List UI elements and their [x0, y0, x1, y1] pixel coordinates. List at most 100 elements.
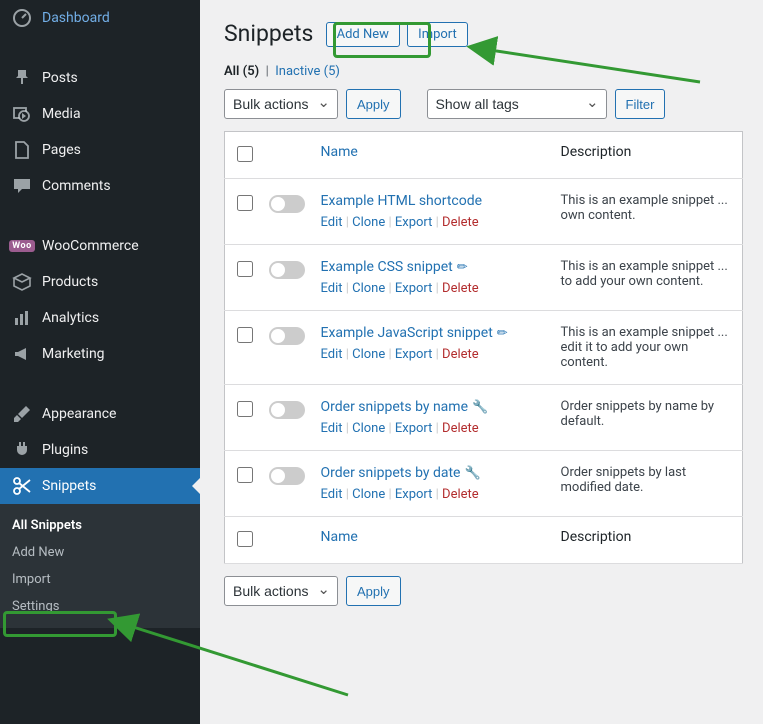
- snippets-table: Name Description Example HTML shortcodeE…: [224, 131, 743, 564]
- sidebar-item-posts[interactable]: Posts: [0, 60, 200, 96]
- filter-all[interactable]: All (5): [224, 64, 259, 79]
- export-link[interactable]: Export: [395, 487, 433, 502]
- admin-sidebar: Dashboard Posts Media Pages Comments Woo…: [0, 0, 200, 724]
- label: Posts: [42, 70, 78, 86]
- filter-button[interactable]: Filter: [615, 89, 666, 119]
- tablenav-bottom: Bulk actions Apply: [224, 576, 743, 606]
- dashboard-icon: [12, 8, 32, 28]
- edit-link[interactable]: Edit: [321, 487, 343, 502]
- label: Plugins: [42, 442, 88, 458]
- label: Pages: [42, 142, 81, 158]
- col-description-foot: Description: [553, 517, 743, 564]
- row-actions: Edit | Clone | Export | Delete: [321, 281, 545, 296]
- row-checkbox[interactable]: [237, 401, 253, 417]
- edit-link[interactable]: Edit: [321, 281, 343, 296]
- row-checkbox[interactable]: [237, 467, 253, 483]
- plug-icon: [12, 440, 32, 460]
- label: Snippets: [42, 478, 96, 494]
- subitem-all-snippets[interactable]: All Snippets: [0, 512, 200, 539]
- products-icon: [12, 272, 32, 292]
- sidebar-item-marketing[interactable]: Marketing: [0, 336, 200, 372]
- delete-link[interactable]: Delete: [442, 281, 479, 296]
- woo-icon: Woo: [12, 236, 32, 256]
- table-row: Example HTML shortcode Edit | Clone | Exp…: [225, 179, 743, 245]
- delete-link[interactable]: Delete: [442, 347, 479, 362]
- clone-link[interactable]: Clone: [352, 281, 385, 296]
- toggle-switch[interactable]: [269, 195, 305, 213]
- type-icon: 🔧: [472, 400, 488, 415]
- bulk-actions-select-bottom[interactable]: Bulk actions: [224, 576, 338, 606]
- import-button[interactable]: Import: [407, 22, 468, 47]
- export-link[interactable]: Export: [395, 281, 433, 296]
- row-actions: Edit | Clone | Export | Delete: [321, 215, 545, 230]
- edit-link[interactable]: Edit: [321, 215, 343, 230]
- sidebar-item-products[interactable]: Products: [0, 264, 200, 300]
- snippet-description: This is an example snippet ... own conte…: [553, 179, 743, 245]
- snippet-description: Order snippets by name by default.: [553, 385, 743, 451]
- comments-icon: [12, 176, 32, 196]
- subitem-add-new[interactable]: Add New: [0, 539, 200, 566]
- filter-links: All (5) | Inactive (5): [224, 64, 743, 79]
- filter-inactive[interactable]: Inactive (5): [275, 64, 340, 79]
- label: Media: [42, 106, 81, 122]
- clone-link[interactable]: Clone: [352, 421, 385, 436]
- export-link[interactable]: Export: [395, 215, 433, 230]
- clone-link[interactable]: Clone: [352, 487, 385, 502]
- label: Dashboard: [42, 10, 110, 26]
- col-description: Description: [553, 132, 743, 179]
- col-name-foot[interactable]: Name: [313, 517, 553, 564]
- apply-button-bottom[interactable]: Apply: [346, 576, 401, 606]
- pin-icon: [12, 68, 32, 88]
- edit-link[interactable]: Edit: [321, 347, 343, 362]
- tags-select[interactable]: Show all tags: [427, 89, 607, 119]
- select-all-checkbox[interactable]: [237, 146, 253, 162]
- toggle-switch[interactable]: [269, 327, 305, 345]
- sidebar-item-pages[interactable]: Pages: [0, 132, 200, 168]
- bulk-actions-select[interactable]: Bulk actions: [224, 89, 338, 119]
- label: Products: [42, 274, 98, 290]
- snippet-title[interactable]: Example HTML shortcode: [321, 193, 483, 209]
- snippet-title[interactable]: Order snippets by date: [321, 465, 461, 481]
- export-link[interactable]: Export: [395, 421, 433, 436]
- delete-link[interactable]: Delete: [442, 421, 479, 436]
- subitem-import[interactable]: Import: [0, 566, 200, 593]
- sidebar-item-plugins[interactable]: Plugins: [0, 432, 200, 468]
- snippet-title[interactable]: Example JavaScript snippet: [321, 325, 493, 341]
- clone-link[interactable]: Clone: [352, 215, 385, 230]
- sidebar-item-snippets[interactable]: Snippets: [0, 468, 200, 504]
- toggle-switch[interactable]: [269, 401, 305, 419]
- select-all-bottom-checkbox[interactable]: [237, 531, 253, 547]
- sidebar-item-dashboard[interactable]: Dashboard: [0, 0, 200, 36]
- analytics-icon: [12, 308, 32, 328]
- row-actions: Edit | Clone | Export | Delete: [321, 487, 545, 502]
- export-link[interactable]: Export: [395, 347, 433, 362]
- snippet-title[interactable]: Order snippets by name: [321, 399, 469, 415]
- label: Marketing: [42, 346, 105, 362]
- edit-link[interactable]: Edit: [321, 421, 343, 436]
- toggle-switch[interactable]: [269, 467, 305, 485]
- clone-link[interactable]: Clone: [352, 347, 385, 362]
- sidebar-item-woocommerce[interactable]: WooWooCommerce: [0, 228, 200, 264]
- sidebar-item-media[interactable]: Media: [0, 96, 200, 132]
- sidebar-submenu: All Snippets Add New Import Settings: [0, 504, 200, 628]
- col-name[interactable]: Name: [313, 132, 553, 179]
- row-checkbox[interactable]: [237, 327, 253, 343]
- row-checkbox[interactable]: [237, 261, 253, 277]
- page-icon: [12, 140, 32, 160]
- delete-link[interactable]: Delete: [442, 487, 479, 502]
- sidebar-item-appearance[interactable]: Appearance: [0, 396, 200, 432]
- sidebar-item-comments[interactable]: Comments: [0, 168, 200, 204]
- snippet-description: This is an example snippet ... edit it t…: [553, 311, 743, 385]
- delete-link[interactable]: Delete: [442, 215, 479, 230]
- label: Analytics: [42, 310, 99, 326]
- snippet-title[interactable]: Example CSS snippet: [321, 259, 453, 275]
- row-actions: Edit | Clone | Export | Delete: [321, 421, 545, 436]
- row-actions: Edit | Clone | Export | Delete: [321, 347, 545, 362]
- apply-button[interactable]: Apply: [346, 89, 401, 119]
- toggle-switch[interactable]: [269, 261, 305, 279]
- snippet-description: Order snippets by last modified date.: [553, 451, 743, 517]
- sidebar-item-analytics[interactable]: Analytics: [0, 300, 200, 336]
- add-new-button[interactable]: Add New: [326, 22, 400, 47]
- row-checkbox[interactable]: [237, 195, 253, 211]
- subitem-settings[interactable]: Settings: [0, 593, 200, 620]
